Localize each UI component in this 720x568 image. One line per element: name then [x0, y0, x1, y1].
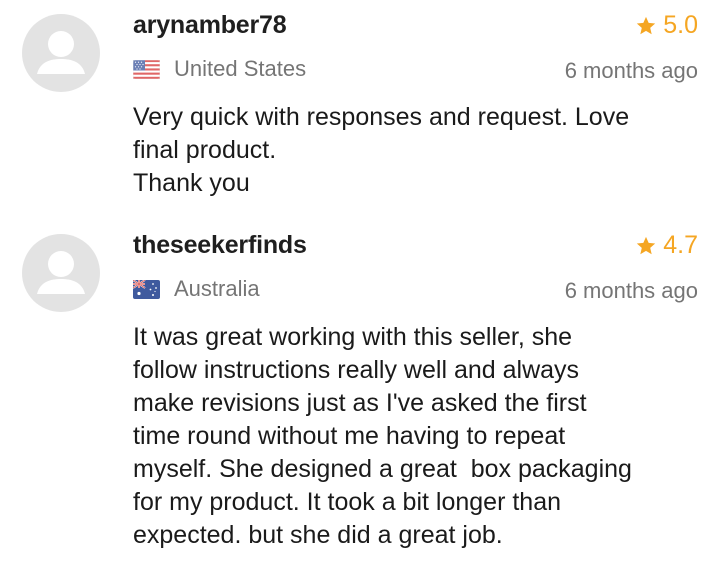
country-name: United States: [174, 56, 307, 81]
star-icon: [637, 236, 656, 254]
reviewer-username[interactable]: arynamber78: [133, 11, 287, 40]
rating: 5.0: [635, 11, 698, 40]
rating-value: 4.7: [663, 231, 698, 259]
country-name: Australia: [174, 276, 260, 301]
rating-value: 5.0: [663, 11, 698, 39]
reviewer-username[interactable]: theseekerfinds: [133, 231, 307, 260]
australia-flag-icon: [133, 279, 160, 299]
star-icon: [637, 16, 656, 34]
reviewer-country: United States: [133, 56, 306, 82]
review-timestamp: 6 months ago: [564, 58, 698, 83]
reviewer-country: Australia: [133, 276, 260, 302]
review-timestamp: 6 months ago: [564, 278, 698, 303]
avatar[interactable]: [22, 14, 100, 92]
user-placeholder-icon: [37, 251, 85, 294]
rating: 4.7: [635, 231, 698, 260]
user-placeholder-icon: [37, 31, 85, 74]
review-text: It was great working with this seller, s…: [133, 323, 632, 549]
us-flag-icon: [133, 59, 160, 79]
avatar[interactable]: [22, 234, 100, 312]
review-text: Very quick with responses and request. L…: [133, 103, 630, 197]
